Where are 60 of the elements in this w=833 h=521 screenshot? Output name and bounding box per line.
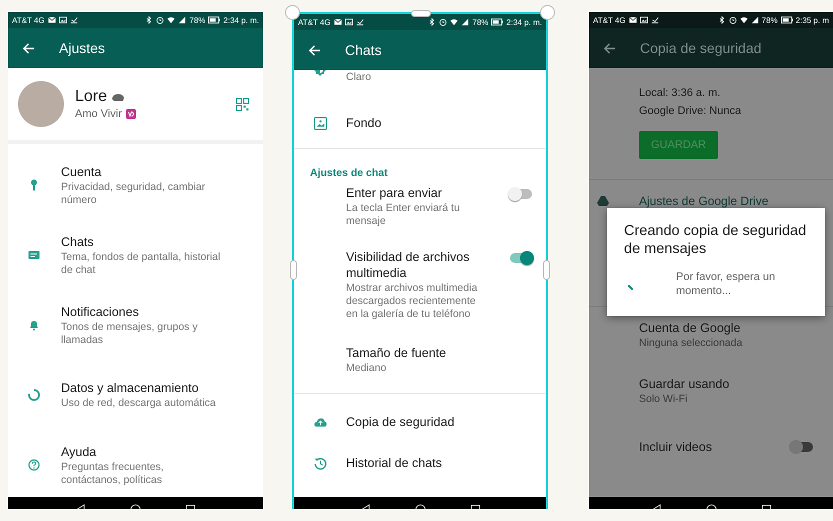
status-time: 2:35 p. m	[796, 16, 829, 24]
carrier-label: AT&T 4G	[298, 18, 331, 26]
item-subtitle: Privacidad, seguridad, cambiar número	[61, 180, 206, 206]
row-title: Enter para enviar	[346, 185, 443, 201]
item-subtitle: Tonos de mensajes, grupos y llamadas	[61, 320, 199, 346]
carrier-label: AT&T 4G	[593, 16, 626, 24]
profile-card[interactable]: Lore Amo Vivir	[8, 68, 263, 140]
row-title: Incluir videos	[639, 439, 713, 455]
status-time: 2:34 p. m.	[506, 18, 542, 26]
carrier-label: AT&T 4G	[12, 16, 45, 24]
settings-item[interactable]: Datos y almacenamiento Uso de red, descarga automática	[8, 366, 263, 424]
screen-title: Copia de seguridad	[640, 40, 762, 56]
item-subtitle: Tema, fondos de pantalla, historial de chat	[61, 250, 222, 276]
row-title: Visibilidad de archivos multimedia	[346, 249, 470, 281]
row-subtitle: Solo Wi-Fi	[639, 393, 688, 406]
status-time: 2:34 p. m.	[223, 16, 259, 24]
row-subtitle: Ninguna seleccionada	[639, 337, 744, 350]
settings-item[interactable]: Ayuda Preguntas frecuentes, contáctanos, políticas	[8, 436, 263, 494]
row-title: Fondo	[346, 115, 382, 131]
settings-row[interactable]: Copia de seguridad	[294, 398, 546, 446]
settings-item[interactable]: Chats Tema, fondos de pantalla, historial de chat	[8, 226, 263, 284]
backup-info: Local: 3:36 a. m.	[639, 86, 720, 101]
settings-row[interactable]: Visibilidad de archivos multimedia Mostrar archivos multimedia descargados recientemente en la galería de tu teléfono	[294, 241, 546, 341]
profile-status: Amo Vivir	[75, 108, 122, 120]
row-subtitle: La tecla Enter enviará tu mensaje	[346, 202, 461, 228]
item-title: Chats	[61, 234, 95, 250]
row-title: Copia de seguridad	[346, 414, 456, 430]
settings-item[interactable]: Cuenta Privacidad, seguridad, cambiar número	[8, 156, 263, 214]
row-subtitle: Claro	[346, 71, 372, 84]
settings-item[interactable]: Notificaciones Tonos de mensajes, grupos y llamadas	[8, 296, 263, 354]
settings-row[interactable]: Historial de chats	[294, 446, 546, 480]
item-subtitle: Uso de red, descarga automática	[61, 397, 217, 410]
settings-row[interactable]: Claro	[294, 70, 546, 98]
item-subtitle: Preguntas frecuentes, contáctanos, políticas	[61, 460, 165, 486]
battery-percent: 78%	[189, 16, 206, 24]
backup-info: Google Drive: Nunca	[639, 104, 742, 119]
settings-row[interactable]: Incluir videos	[589, 419, 833, 475]
section-header: Ajustes de Google Drive	[639, 194, 768, 208]
profile-name: Lore	[75, 88, 108, 106]
row-title: Cuenta de Google	[639, 320, 742, 336]
battery-percent: 78%	[472, 18, 488, 26]
screen-title: Ajustes	[59, 40, 105, 56]
row-title: Tamaño de fuente	[346, 345, 448, 361]
dialog-message: Por favor, espera un momento...	[676, 270, 776, 298]
settings-row[interactable]: Fondo	[294, 98, 546, 148]
screen-title: Chats	[345, 42, 382, 58]
settings-row[interactable]: Enter para enviar La tecla Enter enviará tu mensaje	[294, 185, 546, 241]
section-header: Ajustes de chat	[310, 167, 389, 179]
row-subtitle: Mediano	[346, 362, 388, 375]
row-subtitle: Mostrar archivos multimedia descargados recientemente en la galería de tu teléfono	[346, 282, 478, 321]
item-title: Notificaciones	[61, 304, 140, 320]
item-title: Cuenta	[61, 164, 102, 180]
item-title: Ayuda	[61, 444, 98, 460]
battery-percent: 78%	[762, 16, 778, 24]
settings-row[interactable]: Tamaño de fuente Mediano	[294, 341, 546, 393]
dialog-title: Creando copia de seguridad de mensajes	[624, 222, 808, 258]
item-title: Datos y almacenamiento	[61, 380, 200, 396]
row-title: Guardar usando	[639, 376, 730, 392]
row-title: Historial de chats	[346, 455, 443, 471]
settings-row[interactable]: Guardar usando Solo Wi-Fi	[589, 363, 833, 419]
